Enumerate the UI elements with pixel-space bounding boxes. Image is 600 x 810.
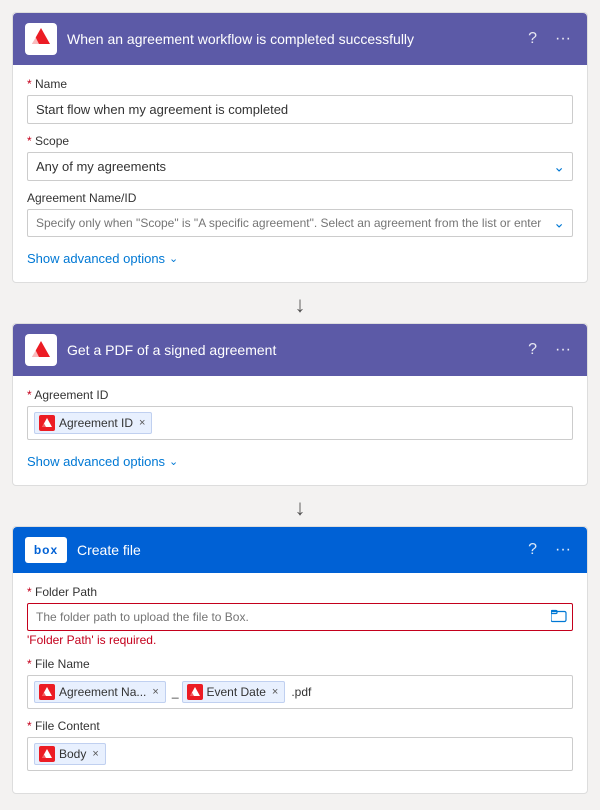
box-card-title: Create file — [77, 542, 524, 558]
file-content-label: * File Content — [27, 719, 573, 733]
pdf-show-advanced-chevron-icon: ⌄ — [169, 455, 178, 468]
scope-select-wrapper: Any of my agreements ⌄ — [27, 152, 573, 181]
trigger-card-actions: ? ··· — [524, 28, 575, 50]
pdf-agreement-id-tag: Agreement ID × — [34, 412, 152, 434]
file-name-tag1-icon — [39, 684, 55, 700]
agreement-id-wrapper: ⌄ — [27, 209, 573, 237]
box-more-button[interactable]: ··· — [551, 539, 575, 561]
folder-path-input[interactable] — [27, 603, 573, 631]
box-help-button[interactable]: ? — [524, 539, 541, 561]
box-card: box Create file ? ··· * Folder Path — [12, 526, 588, 794]
box-logo-icon: box — [25, 537, 67, 563]
file-name-label: * File Name — [27, 657, 573, 671]
file-name-tag2: Event Date × — [182, 681, 286, 703]
agreement-id-field-group: Agreement Name/ID ⌄ — [27, 191, 573, 237]
trigger-help-button[interactable]: ? — [524, 28, 541, 50]
scope-select[interactable]: Any of my agreements — [27, 152, 573, 181]
file-content-tag: Body × — [34, 743, 106, 765]
folder-browse-button[interactable] — [551, 609, 567, 626]
file-name-tag1-close[interactable]: × — [152, 686, 158, 698]
pdf-card-body: * Agreement ID Agreement ID × Show advan… — [13, 376, 587, 485]
pdf-card-title: Get a PDF of a signed agreement — [67, 342, 524, 358]
pdf-card-header: Get a PDF of a signed agreement ? ··· — [13, 324, 587, 376]
folder-path-label: * Folder Path — [27, 585, 573, 599]
name-label: * Name — [27, 77, 573, 91]
trigger-card-header: When an agreement workflow is completed … — [13, 13, 587, 65]
pdf-agreement-id-field-group: * Agreement ID Agreement ID × — [27, 388, 573, 440]
name-input[interactable] — [27, 95, 573, 124]
pdf-more-button[interactable]: ··· — [551, 339, 575, 361]
file-name-field-group: * File Name Agreement Na... × _ — [27, 657, 573, 709]
pdf-tag-adobe-icon — [39, 415, 55, 431]
adobe-icon-pdf — [25, 334, 57, 366]
pdf-card: Get a PDF of a signed agreement ? ··· * … — [12, 323, 588, 486]
file-content-tag-close[interactable]: × — [92, 748, 98, 760]
connector-arrow-1: ↓ — [12, 287, 588, 323]
show-advanced-chevron-icon: ⌄ — [169, 252, 178, 265]
folder-path-error: 'Folder Path' is required. — [27, 633, 573, 647]
file-content-tag-icon — [39, 746, 55, 762]
folder-path-field-group: * Folder Path 'Folder Path' is required. — [27, 585, 573, 647]
box-card-actions: ? ··· — [524, 539, 575, 561]
pdf-agreement-id-tag-close[interactable]: × — [139, 417, 145, 429]
file-name-extension: .pdf — [291, 685, 311, 699]
scope-field-group: * Scope Any of my agreements ⌄ — [27, 134, 573, 181]
agreement-id-input[interactable] — [27, 209, 573, 237]
file-name-field[interactable]: Agreement Na... × _ Event Date × .pdf — [27, 675, 573, 709]
file-content-field[interactable]: Body × — [27, 737, 573, 771]
trigger-card-title: When an agreement workflow is completed … — [67, 31, 524, 47]
trigger-card-body: * Name * Scope Any of my agreements ⌄ Ag… — [13, 65, 587, 282]
scope-label: * Scope — [27, 134, 573, 148]
file-content-field-group: * File Content Body × — [27, 719, 573, 771]
agreement-id-label: Agreement Name/ID — [27, 191, 573, 205]
pdf-agreement-id-field[interactable]: Agreement ID × — [27, 406, 573, 440]
file-name-tag1: Agreement Na... × — [34, 681, 166, 703]
trigger-card: When an agreement workflow is completed … — [12, 12, 588, 283]
name-field-group: * Name — [27, 77, 573, 124]
file-name-tag2-close[interactable]: × — [272, 686, 278, 698]
box-card-header: box Create file ? ··· — [13, 527, 587, 573]
pdf-help-button[interactable]: ? — [524, 339, 541, 361]
pdf-show-advanced-button[interactable]: Show advanced options ⌄ — [27, 450, 178, 473]
adobe-icon-trigger — [25, 23, 57, 55]
box-card-body: * Folder Path 'Folder Path' is required.… — [13, 573, 587, 793]
folder-path-wrapper — [27, 603, 573, 631]
file-name-tag2-icon — [187, 684, 203, 700]
connector-arrow-2: ↓ — [12, 490, 588, 526]
file-name-separator: _ — [172, 685, 179, 699]
trigger-more-button[interactable]: ··· — [551, 28, 575, 50]
trigger-show-advanced-button[interactable]: Show advanced options ⌄ — [27, 247, 178, 270]
pdf-agreement-id-label: * Agreement ID — [27, 388, 573, 402]
pdf-card-actions: ? ··· — [524, 339, 575, 361]
